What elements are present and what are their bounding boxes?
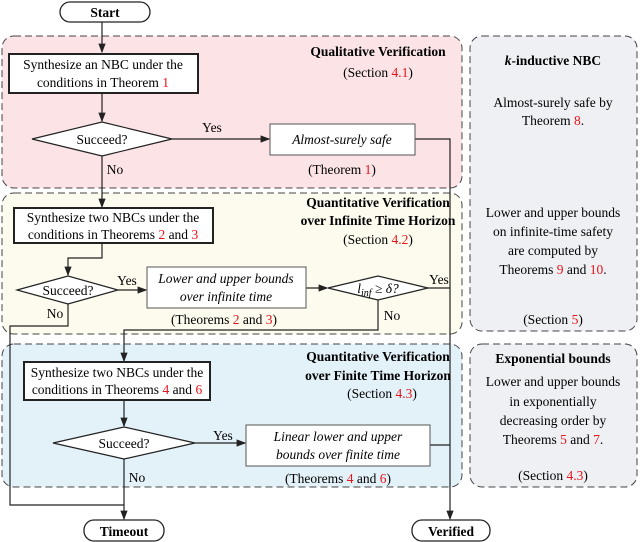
no-label-threshold: No	[384, 308, 401, 323]
infinite-box-line1: Synthesize two NBCs under the	[27, 210, 199, 225]
yes-label-3: Yes	[213, 428, 233, 443]
verification-flowchart: Start Timeout Verified Qualitative Verif…	[1, 1, 638, 542]
finite-bounds-line2: bounds over finite time	[276, 447, 400, 462]
panel-k-inductive	[469, 35, 638, 332]
k-inductive-line1: Almost-surely safe by	[493, 95, 612, 110]
infinite-title-line1: Quantitative Verification	[306, 195, 450, 210]
almost-surely-safe-label: Almost-surely safe	[291, 132, 392, 147]
qualitative-cite: (Theorem 1)	[308, 162, 376, 177]
qualitative-title: Qualitative Verification	[310, 44, 446, 59]
exponential-title: Exponential bounds	[495, 351, 610, 366]
verified-label: Verified	[428, 524, 474, 539]
start-terminal: Start	[59, 1, 151, 23]
finite-bounds-line1: Linear lower and upper	[273, 429, 403, 444]
infinite-title-line2: over Infinite Time Horizon	[301, 213, 456, 228]
qualitative-section: (Section 4.1)	[343, 65, 413, 80]
no-label-3: No	[129, 470, 146, 485]
start-label: Start	[90, 5, 120, 20]
exponential-line2: in exponentially	[509, 394, 597, 409]
succeed-decision-1-label: Succeed?	[77, 132, 128, 147]
k-inductive-line3: Lower and upper bounds	[486, 205, 621, 220]
k-inductive-line5: are computed by	[508, 243, 598, 258]
verified-terminal: Verified	[411, 519, 491, 542]
k-inductive-line4: on infinite-time safety	[493, 224, 613, 239]
no-label-2: No	[47, 306, 64, 321]
exponential-line3: decreasing order by	[500, 413, 607, 428]
infinite-bounds-line1: Lower and upper bounds	[157, 271, 293, 286]
succeed-decision-3-label: Succeed?	[99, 436, 150, 451]
k-inductive-title: k-inductive NBC	[505, 53, 601, 68]
timeout-terminal: Timeout	[83, 519, 165, 542]
exponential-section: (Section 4.3)	[518, 468, 588, 483]
k-inductive-line6: Theorems 9 and 10.	[499, 262, 606, 277]
synthesize-nbc-line2: conditions in Theorem 1	[37, 75, 169, 90]
yes-label-1: Yes	[202, 120, 222, 135]
k-inductive-section: (Section 5)	[523, 312, 583, 327]
synthesize-nbc-line1: Synthesize an NBC under the	[23, 57, 183, 72]
k-inductive-line2: Theorem 8.	[522, 113, 584, 128]
timeout-label: Timeout	[100, 524, 149, 539]
infinite-bounds-line2: over infinite time	[180, 289, 272, 304]
succeed-decision-2-label: Succeed?	[43, 283, 94, 298]
yes-label-2: Yes	[117, 273, 137, 288]
infinite-box-line2: conditions in Theorems 2 and 3	[28, 227, 199, 242]
finite-box-line2: conditions in Theorems 4 and 6	[32, 382, 203, 397]
exponential-line4: Theorems 5 and 7.	[503, 432, 603, 447]
finite-section: (Section 4.3)	[347, 386, 417, 401]
yes-label-threshold: Yes	[429, 272, 449, 287]
exponential-line1: Lower and upper bounds	[486, 374, 621, 389]
finite-box-line1: Synthesize two NBCs under the	[31, 365, 203, 380]
finite-title-line2: over Finite Time Horizon	[305, 368, 451, 383]
finite-title-line1: Quantitative Verification	[306, 349, 450, 364]
finite-cite: (Theorems 4 and 6)	[285, 471, 391, 486]
infinite-section: (Section 4.2)	[343, 232, 413, 247]
no-label-1: No	[107, 162, 124, 177]
infinite-cite: (Theorems 2 and 3)	[171, 312, 277, 327]
